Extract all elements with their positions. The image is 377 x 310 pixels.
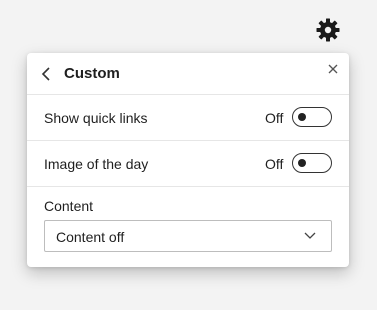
quick-links-toggle[interactable]: [292, 107, 332, 127]
image-of-day-toggle[interactable]: [292, 153, 332, 173]
setting-label: Show quick links: [44, 110, 148, 126]
toggle-knob: [298, 159, 306, 167]
close-icon[interactable]: [326, 62, 340, 76]
setting-row-quick-links: Show quick links Off: [27, 94, 349, 141]
toggle-state-text: Off: [265, 156, 284, 172]
panel-title: Custom: [64, 65, 120, 82]
content-label: Content: [44, 198, 94, 214]
toggle-state-text: Off: [265, 110, 284, 126]
customize-panel: Custom Show quick links Off Image of the…: [27, 53, 349, 267]
gear-icon[interactable]: [316, 18, 340, 42]
panel-header: Custom: [27, 53, 349, 94]
content-dropdown-value: Content off: [56, 229, 125, 245]
setting-label: Image of the day: [44, 156, 149, 172]
setting-row-image-of-day: Image of the day Off: [27, 140, 349, 187]
content-dropdown[interactable]: Content off: [44, 220, 332, 252]
chevron-down-icon: [304, 232, 316, 239]
toggle-knob: [298, 113, 306, 121]
chevron-left-icon[interactable]: [39, 65, 55, 83]
content-section: Content Content off: [27, 186, 349, 268]
